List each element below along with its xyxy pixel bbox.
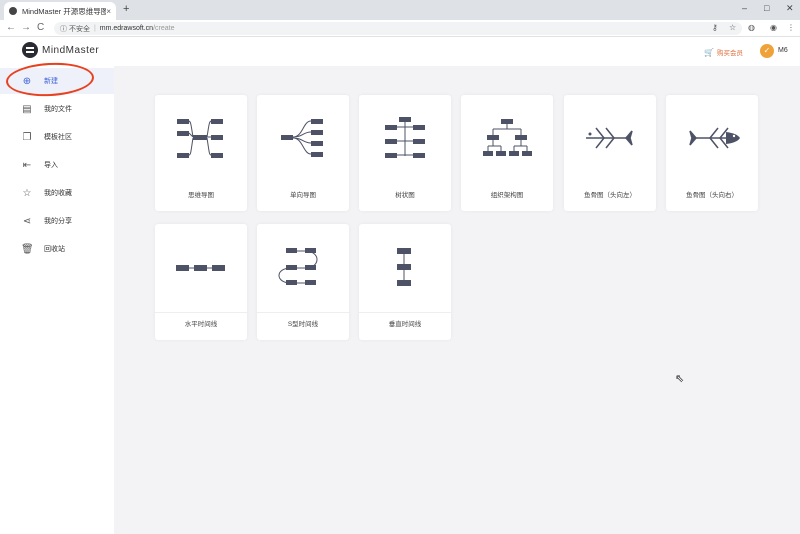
browser-tabbar: MindMaster 开源思维导图 × + – □ ✕ [0, 0, 800, 20]
sidebar-item-import[interactable]: ⇤ 导入 [0, 152, 114, 178]
mouse-cursor-icon: ⇖ [675, 373, 685, 385]
minimize-icon[interactable]: – [742, 3, 747, 13]
sidebar-item-trash[interactable]: 🗑 回收站 [0, 236, 114, 262]
card-divider [359, 312, 451, 313]
vip-button[interactable]: 🛒 购买会员 [704, 47, 743, 58]
template-label: 水平时间线 [184, 321, 218, 328]
sidebar-item-label: 导入 [44, 162, 58, 169]
url-path: /create [153, 25, 175, 32]
sidebar: ⊕ 新建 ▤ 我的文件 ❐ 模板社区 ⇤ 导入 ☆ 我的收藏 ⋖ 我的分享 🗑 … [0, 66, 114, 534]
tree-preview-icon [385, 117, 425, 158]
template-card-mindmap[interactable]: 思维导图 [155, 95, 247, 211]
import-icon: ⇤ [22, 159, 32, 171]
tab-title: MindMaster 开源思维导图 [22, 6, 107, 16]
right-map-preview-icon [281, 119, 323, 157]
cart-icon: 🛒 [704, 47, 714, 57]
template-card-timeline-v[interactable]: 垂直时间线 [359, 224, 451, 340]
sidebar-item-label: 模板社区 [44, 134, 72, 141]
template-card-org[interactable]: 组织架构图 [461, 95, 553, 211]
address-bar: ← → C ⓘ 不安全 | mm.edrawsoft.cn /create ⚷ … [0, 20, 800, 37]
template-label: 树状图 [395, 192, 415, 199]
logo-text: MindMaster [42, 45, 100, 56]
template-card-timeline-h[interactable]: 水平时间线 [155, 224, 247, 340]
horizontal-timeline-preview-icon [176, 265, 225, 271]
template-card-right-map[interactable]: 单向导图 [257, 95, 349, 211]
sidebar-item-label: 回收站 [44, 246, 65, 253]
template-label: 鱼骨图（头向左） [584, 192, 636, 199]
key-icon[interactable]: ⚷ [712, 23, 718, 32]
sidebar-item-my-files[interactable]: ▤ 我的文件 [0, 96, 114, 122]
template-card-tree[interactable]: 树状图 [359, 95, 451, 211]
template-card-fish-left[interactable]: 鱼骨图（头向左） [564, 95, 656, 211]
template-label: 鱼骨图（头向右） [686, 192, 738, 199]
extension-icon[interactable]: ◍ [748, 23, 755, 32]
logo-icon [22, 42, 38, 58]
card-divider [257, 312, 349, 313]
avatar[interactable]: ✓ [760, 44, 774, 58]
url-separator: | [93, 25, 96, 32]
close-window-icon[interactable]: ✕ [786, 3, 794, 14]
new-tab-button[interactable]: + [123, 3, 129, 15]
maximize-icon[interactable]: □ [764, 3, 769, 13]
info-icon: ⓘ [60, 25, 69, 33]
url-field[interactable]: ⓘ 不安全 | mm.edrawsoft.cn /create [54, 22, 742, 35]
share-icon: ⋖ [22, 215, 32, 227]
fishbone-right-preview-icon [689, 127, 740, 149]
username[interactable]: M6 [778, 47, 788, 54]
app-header [0, 37, 800, 66]
reload-icon[interactable]: C [37, 22, 44, 33]
template-label: 单向导图 [290, 192, 316, 199]
sidebar-item-share[interactable]: ⋖ 我的分享 [0, 208, 114, 234]
sidebar-item-templates[interactable]: ❐ 模板社区 [0, 124, 114, 150]
favicon-icon [9, 7, 17, 15]
bookmark-star-icon[interactable]: ☆ [729, 23, 736, 32]
template-label: 思维导图 [188, 192, 214, 199]
s-timeline-preview-icon [278, 248, 318, 285]
org-chart-preview-icon [483, 119, 532, 156]
sidebar-item-favorites[interactable]: ☆ 我的收藏 [0, 180, 114, 206]
tab-close-icon[interactable]: × [106, 7, 111, 16]
vertical-timeline-preview-icon [397, 248, 411, 286]
sidebar-item-label: 我的收藏 [44, 190, 72, 197]
card-divider [155, 312, 247, 313]
trash-icon: 🗑 [21, 243, 34, 255]
back-icon[interactable]: ← [6, 22, 16, 33]
security-label: 不安全 [68, 25, 90, 33]
forward-icon[interactable]: → [21, 22, 31, 33]
vip-label: 购买会员 [716, 50, 743, 57]
template-icon: ❐ [22, 131, 32, 143]
template-label: 垂直时间线 [388, 321, 422, 328]
sidebar-item-label: 我的文件 [44, 106, 72, 113]
star-icon: ☆ [22, 187, 32, 199]
profile-icon[interactable]: ◉ [770, 23, 777, 32]
template-card-timeline-s[interactable]: S型时间线 [257, 224, 349, 340]
template-label: S型时间线 [287, 321, 319, 328]
template-label: 组织架构图 [490, 192, 524, 199]
url-host: mm.edrawsoft.cn [99, 25, 154, 32]
mindmap-preview-icon [177, 119, 223, 158]
browser-tab[interactable]: MindMaster 开源思维导图 × [4, 2, 116, 20]
sidebar-item-label: 我的分享 [44, 218, 72, 225]
file-icon: ▤ [22, 103, 32, 115]
fishbone-left-preview-icon [586, 127, 633, 149]
template-card-fish-right[interactable]: 鱼骨图（头向右） [666, 95, 758, 211]
menu-icon[interactable]: ⋮ [787, 23, 795, 32]
